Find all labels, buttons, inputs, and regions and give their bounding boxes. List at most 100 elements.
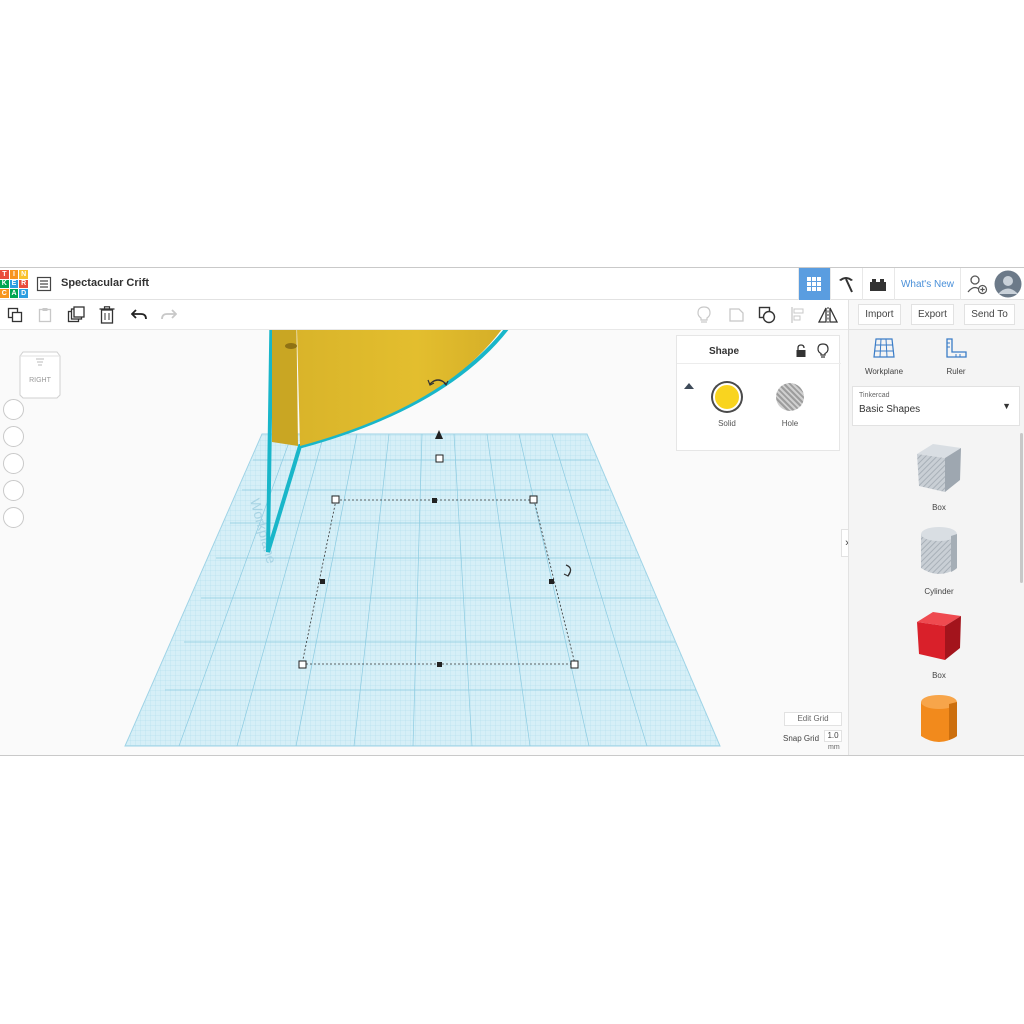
- corner-handle[interactable]: [529, 495, 538, 504]
- edge-handle[interactable]: [437, 662, 442, 667]
- zoom-in-button[interactable]: [3, 453, 24, 474]
- ortho-view-button[interactable]: [3, 507, 24, 528]
- curved-wall-shape[interactable]: [272, 330, 557, 446]
- tinkercad-logo[interactable]: T I N K E R C A D: [0, 270, 28, 298]
- zoom-out-button[interactable]: [3, 480, 24, 501]
- edge-handle[interactable]: [549, 579, 554, 584]
- ungroup-icon: [758, 306, 776, 324]
- collapse-up-icon[interactable]: [684, 382, 694, 390]
- shape-label: Box: [932, 671, 946, 680]
- home-view-button[interactable]: [3, 399, 24, 420]
- logo-letter: D: [19, 289, 28, 298]
- ruler-icon: [946, 338, 967, 358]
- send-to-button[interactable]: Send To: [964, 304, 1015, 325]
- edit-grid-button[interactable]: Edit Grid: [784, 712, 842, 726]
- ruler-tool[interactable]: Ruler: [931, 337, 981, 376]
- grid-view-button[interactable]: [797, 268, 830, 300]
- cylinder-shape-icon: [921, 695, 957, 742]
- library-source: Tinkercad: [859, 392, 890, 399]
- library-name: Basic Shapes: [859, 404, 921, 415]
- inspector-title: Shape: [709, 346, 740, 357]
- avatar[interactable]: [992, 268, 1024, 300]
- undo-icon: [131, 309, 147, 320]
- logo-letter: A: [9, 289, 19, 298]
- avatar-icon: [994, 270, 1022, 298]
- hole-label: Hole: [781, 419, 799, 428]
- import-button[interactable]: Import: [858, 304, 901, 325]
- shape-box-red[interactable]: Box: [904, 608, 974, 680]
- shape-library-select[interactable]: Tinkercad Basic Shapes ▼: [852, 386, 1020, 426]
- shape-box-gray[interactable]: Box: [904, 440, 974, 512]
- brick-icon: [870, 279, 887, 291]
- group-icon: [729, 308, 744, 322]
- ungroup-button[interactable]: [757, 305, 777, 325]
- whats-new-link[interactable]: What's New: [893, 268, 960, 300]
- add-user-icon: [966, 275, 987, 295]
- paste-button[interactable]: [35, 305, 55, 325]
- corner-handle[interactable]: [298, 660, 307, 669]
- workplane-tool[interactable]: Workplane: [859, 337, 909, 376]
- snap-grid-unit: mm: [828, 744, 840, 751]
- snap-grid-select[interactable]: 1.0: [824, 730, 842, 742]
- undo-button[interactable]: [129, 305, 149, 325]
- height-handle[interactable]: [435, 454, 444, 463]
- logo-letter: T: [0, 270, 9, 279]
- workplane-tool-label: Workplane: [864, 367, 904, 376]
- snap-grid-label: Snap Grid: [783, 734, 820, 743]
- corner-handle[interactable]: [570, 660, 579, 669]
- chevron-down-icon: ▼: [1002, 401, 1011, 411]
- panel-scrollbar[interactable]: [1020, 433, 1023, 583]
- logo-letter: R: [19, 279, 28, 289]
- redo-icon: [161, 309, 177, 320]
- align-icon: [791, 307, 804, 323]
- logo-letter: C: [0, 289, 9, 298]
- design-title[interactable]: Spectacular Crift: [61, 277, 149, 289]
- box-shape-icon: [917, 444, 961, 492]
- workplane-fine-grid: [125, 434, 720, 746]
- panel-tools: Workplane Ruler: [849, 330, 1024, 380]
- shape-cylinder-gray[interactable]: Cylinder: [904, 524, 974, 596]
- logo-letter: I: [9, 270, 19, 279]
- lock-icon[interactable]: [795, 344, 807, 358]
- shape-inspector: Shape Solid Hole: [676, 335, 841, 451]
- hole-swatch[interactable]: [776, 383, 804, 411]
- shapes-panel: Workplane Ruler Tinkercad Basic Shapes ▼: [848, 330, 1024, 755]
- header-bar: T I N K E R C A D Spectacular Crift What…: [0, 268, 1024, 300]
- pickaxe-icon: [839, 277, 854, 293]
- show-notes-button[interactable]: [694, 305, 714, 325]
- align-button[interactable]: [788, 305, 808, 325]
- delete-button[interactable]: [97, 305, 117, 325]
- tinkercad-editor: T I N K E R C A D Spectacular Crift What…: [0, 267, 1024, 756]
- fit-view-button[interactable]: [3, 426, 24, 447]
- design-list-icon[interactable]: [36, 276, 52, 292]
- mirror-button[interactable]: [818, 305, 838, 325]
- cylinder-shape-icon: [921, 527, 957, 574]
- export-button[interactable]: Export: [910, 304, 954, 325]
- corner-handle[interactable]: [331, 495, 340, 504]
- header-right: What's New: [797, 268, 1024, 300]
- edit-toolbar: [0, 300, 848, 330]
- solid-label: Solid: [718, 419, 736, 428]
- copy-button[interactable]: [5, 305, 25, 325]
- shape-label: Box: [932, 503, 946, 512]
- shape-cylinder-orange[interactable]: [904, 692, 974, 755]
- bricks-button[interactable]: [861, 268, 894, 300]
- invite-button[interactable]: [960, 268, 992, 300]
- edge-handle[interactable]: [320, 579, 325, 584]
- logo-letter: E: [9, 279, 19, 289]
- workplane-icon: [873, 338, 895, 358]
- view-cube[interactable]: RIGHT: [19, 347, 61, 399]
- box-shape-icon: [917, 612, 961, 660]
- solid-color-swatch[interactable]: [713, 383, 741, 411]
- edge-handle[interactable]: [432, 498, 437, 503]
- light-bulb-icon[interactable]: [817, 343, 829, 359]
- duplicate-button[interactable]: [66, 305, 86, 325]
- logo-letter: K: [0, 279, 9, 289]
- grid-view-icon: [807, 277, 822, 291]
- build-button[interactable]: [829, 268, 862, 300]
- redo-button[interactable]: [159, 305, 179, 325]
- view-cube-icon: [19, 351, 61, 399]
- group-button[interactable]: [726, 305, 746, 325]
- 3d-viewport[interactable]: Workplane RIGHT Shape Solid Hole Edit Gr…: [0, 330, 848, 755]
- view-cube-label: RIGHT: [29, 377, 51, 384]
